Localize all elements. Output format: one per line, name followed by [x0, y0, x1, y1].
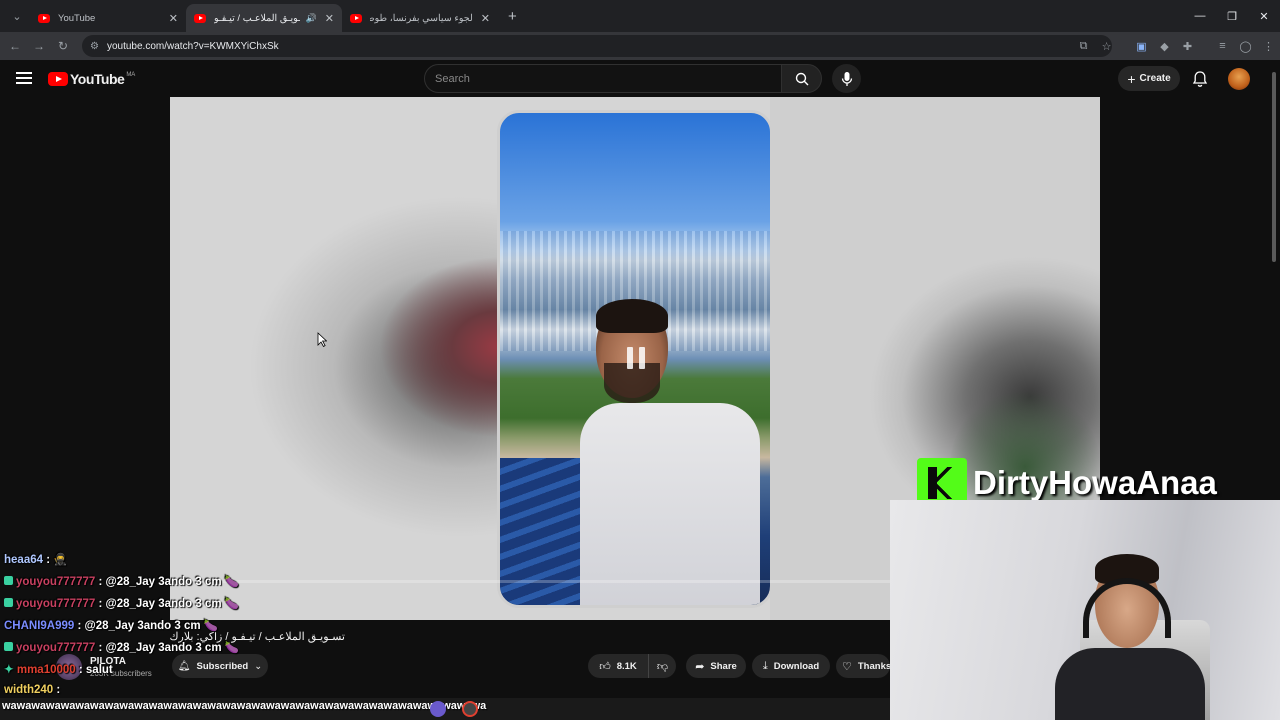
back-icon[interactable]: ← — [3, 39, 27, 53]
streamer-name: DirtyHowaAnaa — [973, 464, 1217, 501]
microphone-icon — [841, 71, 852, 86]
youtube-favicon-icon — [194, 13, 206, 23]
chat-badge-icon — [4, 598, 13, 607]
tab-title: تسـويـق الملاعـب / تيـفـو — [214, 12, 300, 24]
taskbar-strip: wawawawawawawawawawawawawawawawawawawawa… — [0, 698, 890, 720]
profile-icon[interactable]: ◯ — [1234, 40, 1257, 53]
close-tab-icon[interactable]: ✕ — [325, 12, 334, 25]
tab-title: لجوء سياسي بفرنسا، طوطو يعلن — [370, 12, 473, 24]
thumbs-down-icon: 👎︎ — [656, 660, 669, 673]
thanks-button[interactable]: ♡ Thanks — [836, 654, 890, 678]
restore-icon[interactable]: ❐ — [1216, 0, 1248, 32]
youtube-header: YouTube MA Search + Create — [0, 60, 1280, 98]
search-button[interactable] — [781, 64, 822, 93]
media-controls-icon[interactable]: ≡ — [1211, 40, 1234, 52]
plus-icon: + — [1127, 70, 1136, 87]
chat-badge-icon — [4, 576, 13, 585]
browser-toolbar-icons: ⧉ ☆ ▣ ◆ ✚ ≡ ◯ ⋮ — [1072, 32, 1280, 60]
webcam-feed — [890, 500, 1280, 720]
chevron-down-icon: ⌄ — [254, 660, 263, 672]
subscribed-label: Subscribed — [196, 660, 249, 672]
youtube-favicon-icon — [38, 13, 50, 23]
share-arrow-icon: ➦ — [695, 660, 705, 673]
chat-message: CHANI9A999 : @28_Jay 3ando 3 cm 🍆 — [4, 620, 219, 632]
dislike-button[interactable]: 👎︎ — [648, 654, 676, 678]
menu-hamburger-icon[interactable] — [16, 72, 32, 84]
translate-icon[interactable]: ▣ — [1130, 40, 1153, 53]
tab-youtube[interactable]: YouTube ✕ — [30, 4, 186, 32]
download-button[interactable]: ⤓ Download — [752, 654, 830, 678]
search-input[interactable]: Search — [424, 64, 782, 93]
youtube-play-icon — [48, 72, 68, 86]
account-avatar[interactable] — [1228, 68, 1250, 90]
share-button[interactable]: ➦ Share — [686, 654, 746, 678]
extension-diamond-icon[interactable]: ◆ — [1153, 40, 1176, 53]
chat-badge-icon — [4, 642, 13, 651]
download-icon: ⤓ — [762, 659, 768, 672]
tab-search-icon[interactable]: ⌄ — [4, 4, 30, 28]
minimize-icon[interactable]: — — [1184, 0, 1216, 32]
url-text: youtube.com/watch?v=KWMXYiChxSk — [106, 40, 279, 52]
chat-message: youyou777777 : @28_Jay 3ando 3 cm 🍆 — [4, 574, 239, 588]
close-tab-icon[interactable]: ✕ — [481, 12, 490, 25]
pause-icon[interactable] — [627, 347, 645, 369]
chat-badge-icon: ✦ — [4, 664, 17, 676]
youtube-logo[interactable]: YouTube MA — [48, 71, 135, 87]
chat-message: heaa64 : 🥷 — [4, 554, 68, 566]
voice-search-button[interactable] — [832, 64, 861, 93]
super-thanks-icon: ♡ — [842, 660, 852, 673]
site-info-icon[interactable]: ⚙ — [90, 41, 99, 52]
window-controls: — ❐ ✕ — [1184, 0, 1280, 32]
forward-icon[interactable]: → — [27, 39, 51, 53]
create-label: Create — [1139, 73, 1171, 84]
share-label: Share — [710, 660, 737, 672]
tab-active-video[interactable]: تسـويـق الملاعـب / تيـفـو 🔊 ✕ — [186, 4, 342, 32]
page-scrollbar[interactable] — [1270, 66, 1278, 720]
chat-message: ✦ mma10000 : salut — [4, 664, 113, 676]
chat-message: youyou777777 : @28_Jay 3ando 3 cm 🍆 — [4, 596, 239, 610]
country-code: MA — [126, 72, 136, 78]
search-icon — [795, 72, 808, 85]
video-person — [580, 299, 760, 605]
streamer-person — [1055, 548, 1205, 720]
youtube-favicon-icon — [350, 13, 362, 23]
notifications-bell-icon[interactable] — [1191, 70, 1209, 88]
new-tab-icon[interactable]: + — [508, 8, 517, 25]
search-placeholder: Search — [435, 72, 470, 85]
extensions-puzzle-icon[interactable]: ✚ — [1176, 40, 1199, 53]
browser-menu-icon[interactable]: ⋮ — [1257, 40, 1280, 53]
download-label: Download — [773, 660, 820, 672]
chat-spam-text: wawawawawawawawawawawawawawawawawawawawa… — [2, 700, 487, 712]
like-count: 8.1K — [616, 660, 637, 672]
tab-title: YouTube — [58, 12, 96, 24]
chat-message: width240 : — [4, 684, 61, 696]
thanks-label: Thanks — [857, 660, 890, 672]
mouse-cursor-icon — [317, 332, 327, 347]
thumbs-up-icon: 👍︎ — [599, 660, 611, 673]
scrollbar-thumb[interactable] — [1272, 72, 1276, 262]
subscribed-button[interactable]: 🔔︎ Subscribed ⌄ — [172, 654, 268, 678]
taskbar-icons — [430, 701, 494, 717]
app-icon[interactable] — [462, 701, 478, 717]
url-field[interactable]: ⚙ youtube.com/watch?v=KWMXYiChxSk — [82, 35, 1112, 57]
bookmark-star-icon[interactable]: ☆ — [1095, 40, 1118, 53]
browser-tab-bar: ⌄ YouTube ✕ تسـويـق الملاعـب / تيـفـو 🔊 … — [0, 0, 1280, 32]
tab-third[interactable]: لجوء سياسي بفرنسا، طوطو يعلن ✕ — [342, 4, 498, 32]
speaker-icon[interactable]: 🔊 — [306, 13, 317, 24]
close-tab-icon[interactable]: ✕ — [169, 12, 178, 25]
video-actions-row: PILOTA 203K subscribers 🔔︎ Subscribed ⌄ … — [0, 650, 890, 682]
logo-text: YouTube — [70, 71, 125, 87]
like-button[interactable]: 👍︎ 8.1K — [588, 654, 648, 678]
app-icon[interactable] — [430, 701, 446, 717]
address-bar-row: ← → ↻ ⚙ youtube.com/watch?v=KWMXYiChxSk … — [0, 32, 1280, 60]
bell-icon: 🔔︎ — [177, 660, 191, 672]
close-window-icon[interactable]: ✕ — [1248, 0, 1280, 32]
chat-message: youyou777777 : @28_Jay 3ando 3 cm 🍆 — [4, 640, 239, 654]
install-icon[interactable]: ⧉ — [1072, 40, 1095, 53]
reload-icon[interactable]: ↻ — [51, 39, 75, 53]
create-button[interactable]: + Create — [1118, 66, 1180, 91]
